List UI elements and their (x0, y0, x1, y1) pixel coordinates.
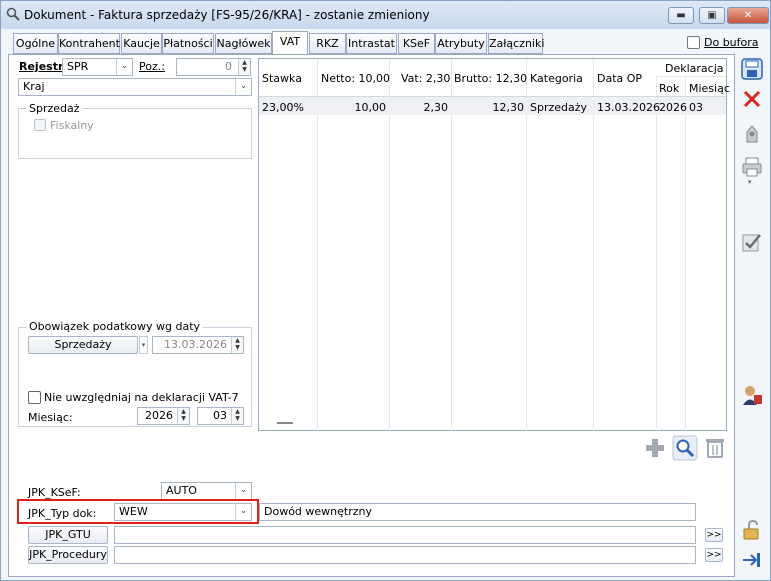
cell-netto: 10,00 (354, 101, 387, 114)
obowiazek-label: Obowiązek podatkowy wg daty (26, 320, 204, 333)
tab-platnosci[interactable]: Płatności (162, 33, 214, 54)
search-icon[interactable] (672, 435, 698, 461)
jpk-gtu-button[interactable]: JPK_GTU (28, 526, 108, 544)
jpk-typ-description: Dowód wewnętrzny (259, 503, 696, 521)
region-select[interactable]: Kraj (18, 78, 252, 96)
fiskalny-label: Fiskalny (50, 119, 94, 132)
poz-label: Poz.: (139, 60, 165, 73)
tab-rkz[interactable]: RKZ (309, 33, 346, 54)
cell-miesiac: 03 (689, 101, 703, 114)
unlock-icon[interactable] (741, 519, 763, 541)
nie-uwzgledniaj-checkbox[interactable] (28, 391, 41, 404)
col-miesiac[interactable]: Miesiąc (689, 82, 730, 95)
fiskalny-checkbox[interactable] (34, 119, 46, 131)
rejestr-label: Rejestr: (19, 60, 68, 73)
col-deklaracja: Deklaracja (665, 62, 724, 75)
do-bufora-checkbox[interactable] (687, 36, 700, 49)
chevron-down-icon[interactable]: ⌄ (116, 59, 132, 75)
jpk-gtu-field[interactable] (114, 526, 696, 544)
check-document-icon[interactable] (741, 231, 763, 253)
cell-brutto: 12,30 (492, 101, 525, 114)
jpk-typ-select[interactable]: WEW (114, 503, 252, 521)
cell-stawka: 23,00% (262, 101, 304, 114)
chevron-down-icon[interactable]: ⌄ (235, 504, 251, 520)
sprzedaz-group (18, 108, 252, 159)
miesiac-label: Miesiąc: (28, 411, 73, 424)
window-title: Dokument - Faktura sprzedaży [FS-95/26/K… (24, 8, 430, 22)
col-brutto[interactable]: Brutto: 12,30 (454, 72, 527, 85)
col-stawka[interactable]: Stawka (262, 72, 302, 85)
cell-data-op: 13.03.2026 (597, 101, 660, 114)
sprzedaz-label: Sprzedaż (26, 102, 83, 115)
jpk-procedury-button[interactable]: JPK_Procedury (28, 546, 108, 564)
jpk-ksef-label: JPK_KSeF: (28, 486, 81, 499)
print-icon[interactable] (741, 156, 763, 178)
tab-kaucje[interactable]: Kaucje (121, 33, 162, 54)
date-spinner[interactable]: ▲ ▼ (231, 337, 243, 353)
print-dropdown-icon[interactable]: ▾ (748, 178, 752, 186)
tab-ogolne[interactable]: Ogólne (13, 33, 58, 54)
maximize-button[interactable]: ▣ (699, 7, 725, 24)
search-document-icon (6, 7, 20, 21)
tab-zalaczniki[interactable]: Załączniki (488, 33, 544, 54)
do-bufora-label: Do bufora (704, 36, 759, 49)
user-contact-icon[interactable] (741, 384, 763, 406)
miesiac-spinner[interactable]: ▲ ▼ (231, 408, 243, 424)
approve-document-icon[interactable] (741, 122, 763, 144)
trash-icon[interactable] (705, 437, 725, 459)
dropdown-arrow-icon[interactable]: ▾ (139, 336, 148, 354)
cell-rok: 2026 (659, 101, 687, 114)
col-kategoria[interactable]: Kategoria (530, 72, 583, 85)
col-netto[interactable]: Netto: 10,00 (321, 72, 390, 85)
rok-spinner[interactable]: ▲ ▼ (177, 408, 189, 424)
col-data-op[interactable]: Data OP (597, 72, 642, 85)
chevron-down-icon[interactable]: ⌄ (235, 79, 251, 95)
tab-naglowek[interactable]: Nagłówek (215, 33, 272, 54)
scrollbar-thumb[interactable] (277, 422, 293, 424)
tab-ksef[interactable]: KSeF (398, 33, 435, 54)
minimize-button[interactable]: ▬ (668, 7, 694, 24)
jpk-gtu-more-button[interactable]: >> (705, 528, 723, 542)
col-rok[interactable]: Rok (659, 82, 679, 95)
obowiazek-date-type-button[interactable]: Sprzedaży (28, 336, 138, 354)
cell-vat: 2,30 (423, 101, 449, 114)
jpk-procedury-field[interactable] (114, 546, 696, 564)
tab-intrastat[interactable]: Intrastat (346, 33, 397, 54)
nie-uwzgledniaj-label: Nie uwzględniaj na deklaracji VAT-7 (44, 391, 239, 404)
close-window-button[interactable]: ✕ (727, 7, 769, 24)
tab-vat[interactable]: VAT (272, 31, 308, 55)
save-icon[interactable] (741, 58, 763, 80)
chevron-down-icon[interactable]: ⌄ (235, 483, 251, 499)
cancel-icon[interactable] (741, 88, 763, 110)
col-vat[interactable]: Vat: 2,30 (401, 72, 450, 85)
add-icon[interactable] (644, 437, 666, 459)
poz-spinner[interactable]: ▲ ▼ (238, 59, 250, 75)
cell-kategoria: Sprzedaży (530, 101, 588, 114)
tab-kontrahent[interactable]: Kontrahent (58, 33, 120, 54)
jpk-procedury-more-button[interactable]: >> (705, 548, 723, 562)
tab-atrybuty[interactable]: Atrybuty (435, 33, 487, 54)
pin-exit-icon[interactable] (741, 549, 763, 571)
jpk-typ-label: JPK_Typ dok: (28, 507, 97, 520)
